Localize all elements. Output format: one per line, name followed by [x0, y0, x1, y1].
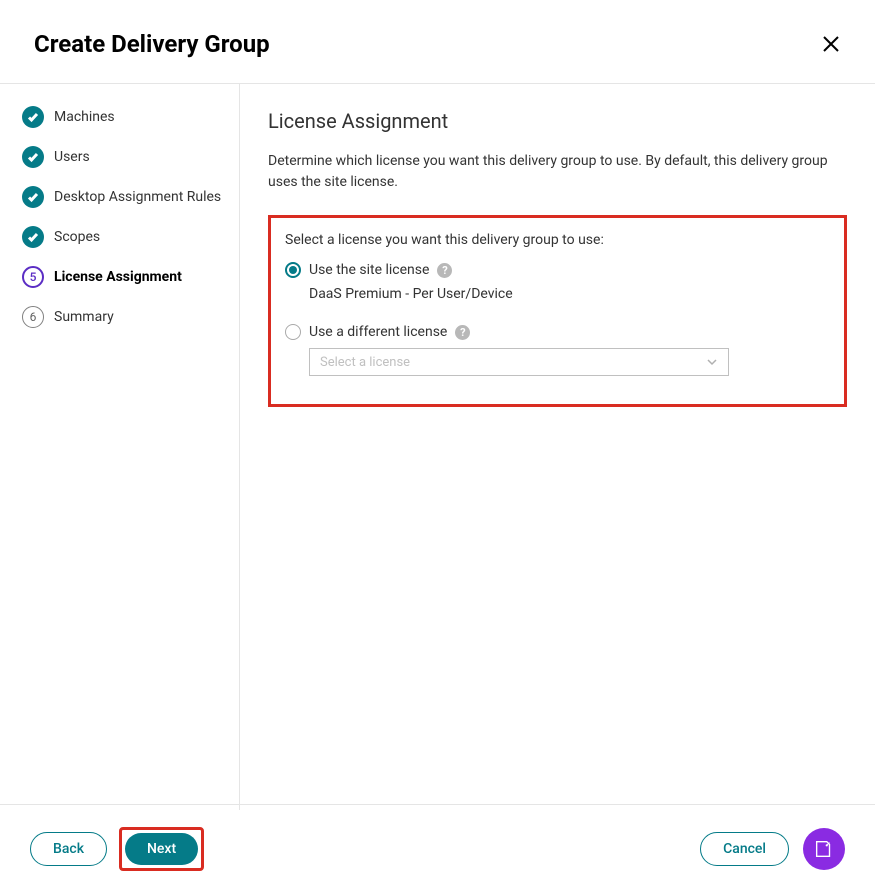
step-summary[interactable]: 6 Summary — [22, 306, 229, 328]
site-license-detail: DaaS Premium - Per User/Device — [309, 286, 830, 302]
radio-label[interactable]: Use the site license — [309, 262, 429, 278]
radio-use-different-license[interactable]: Use a different license ? — [285, 324, 830, 340]
step-number-icon: 5 — [22, 266, 44, 288]
radio-label[interactable]: Use a different license — [309, 324, 447, 340]
select-placeholder: Select a license — [320, 355, 410, 370]
step-scopes[interactable]: Scopes — [22, 226, 229, 248]
step-desktop-assignment[interactable]: Desktop Assignment Rules — [22, 186, 229, 208]
check-icon — [22, 226, 44, 248]
step-machines[interactable]: Machines — [22, 106, 229, 128]
check-icon — [22, 186, 44, 208]
next-button[interactable]: Next — [125, 833, 198, 865]
close-icon[interactable] — [821, 34, 841, 54]
check-icon — [22, 106, 44, 128]
step-label: Desktop Assignment Rules — [54, 189, 221, 205]
help-icon[interactable]: ? — [437, 263, 452, 278]
next-button-highlight: Next — [119, 827, 204, 871]
step-label: Scopes — [54, 229, 100, 245]
back-button[interactable]: Back — [30, 832, 107, 866]
step-label: Summary — [54, 309, 114, 325]
check-icon — [22, 146, 44, 168]
license-selection-box: Select a license you want this delivery … — [268, 215, 847, 407]
dialog-footer: Back Next Cancel — [0, 804, 875, 893]
dialog-header: Create Delivery Group — [0, 0, 875, 83]
step-label: License Assignment — [54, 269, 182, 285]
help-icon[interactable]: ? — [455, 325, 470, 340]
dialog-title: Create Delivery Group — [34, 30, 270, 58]
dialog-body: Machines Users Desktop Assignment Rules … — [0, 84, 875, 810]
section-label: Select a license you want this delivery … — [285, 232, 830, 248]
radio-icon[interactable] — [285, 262, 301, 278]
step-license-assignment[interactable]: 5 License Assignment — [22, 266, 229, 288]
page-description: Determine which license you want this de… — [268, 151, 847, 193]
footer-left: Back Next — [30, 827, 204, 871]
footer-right: Cancel — [700, 828, 845, 870]
license-select-wrapper: Select a license — [309, 348, 830, 376]
step-label: Users — [54, 149, 90, 165]
chevron-down-icon — [706, 353, 718, 372]
page-title: License Assignment — [268, 109, 847, 133]
step-label: Machines — [54, 109, 115, 125]
wizard-sidebar: Machines Users Desktop Assignment Rules … — [0, 84, 240, 810]
license-select[interactable]: Select a license — [309, 348, 729, 376]
main-panel: License Assignment Determine which licen… — [240, 84, 875, 810]
radio-use-site-license[interactable]: Use the site license ? — [285, 262, 830, 278]
step-number-icon: 6 — [22, 306, 44, 328]
cancel-button[interactable]: Cancel — [700, 832, 789, 866]
step-users[interactable]: Users — [22, 146, 229, 168]
radio-icon[interactable] — [285, 324, 301, 340]
help-fab[interactable] — [803, 828, 845, 870]
